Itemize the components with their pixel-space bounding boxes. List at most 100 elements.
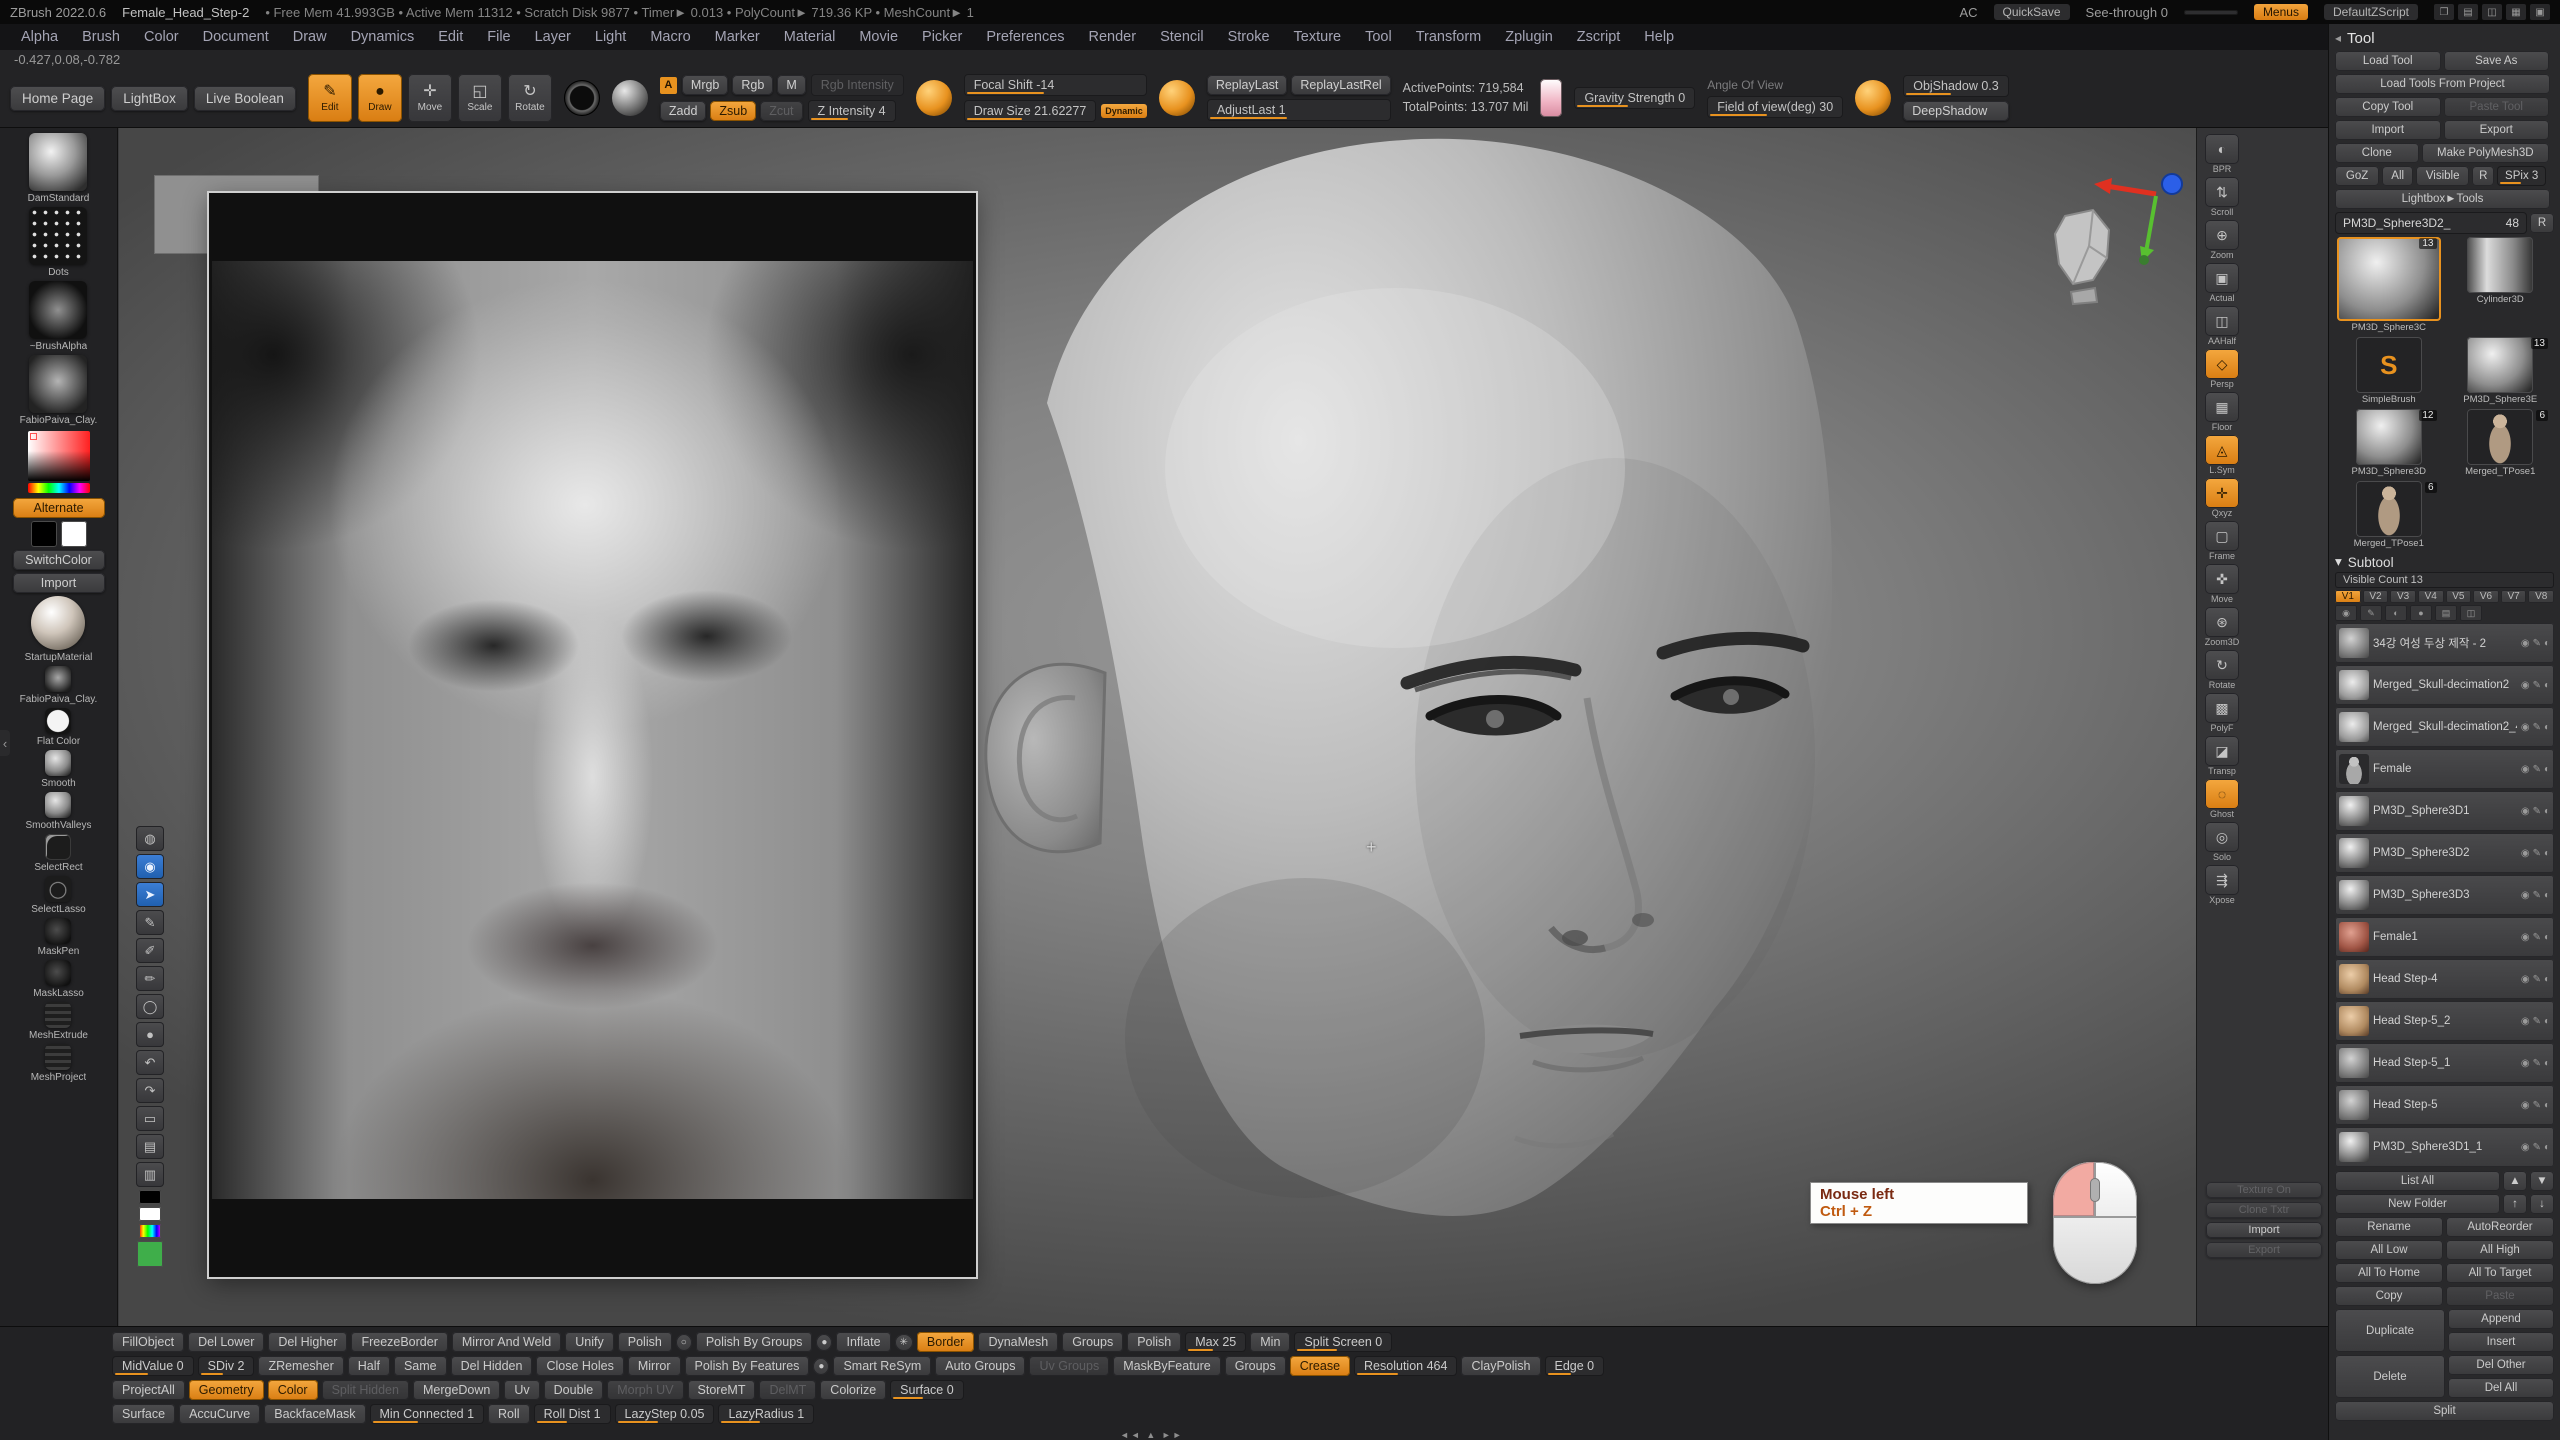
tool-slot[interactable]: 6 Merged_TPose1 [2335,481,2443,549]
strip-green-swatch[interactable] [137,1241,163,1267]
sculpt-mode-button[interactable]: Zadd [660,101,707,121]
uv-icon[interactable]: ◐ [2544,974,2550,985]
tool-slot[interactable]: 6 Merged_TPose1 [2447,409,2555,477]
dock-button[interactable]: Border [917,1332,975,1352]
polypaint-icon[interactable]: ✎ [2533,1016,2541,1027]
dock-button[interactable]: Roll Dist 1 [534,1404,611,1424]
dock-button[interactable]: Smart ReSym [833,1356,931,1376]
quicksave-button[interactable]: QuickSave [1994,4,2070,20]
current-tool-button[interactable]: PM3D_Sphere3D2_ 48 [2335,212,2527,234]
folder-down-icon[interactable]: ↓ [2530,1194,2554,1214]
visibility-eye-icon[interactable]: ◉ [2521,722,2530,733]
dock-button[interactable]: Color [268,1380,318,1400]
shelf-tool[interactable]: ⊛ Zoom3D [2205,607,2240,647]
all-to-home-button[interactable]: All To Home [2335,1263,2443,1283]
menu-item[interactable]: Document [192,27,280,47]
dock-button[interactable]: Polish By Groups [696,1332,813,1352]
menu-item[interactable]: Material [773,27,847,47]
subtool-filter-icon[interactable]: ● [2410,605,2432,621]
all-to-target-button[interactable]: All To Target [2446,1263,2554,1283]
hue-strip[interactable] [28,483,90,493]
interface-config-icon[interactable]: ▦ [2506,4,2526,20]
dock-button[interactable]: LazyRadius 1 [718,1404,814,1424]
tool-panel-button[interactable]: GoZ [2335,166,2379,186]
menu-item[interactable]: Movie [848,27,909,47]
tool-panel-button[interactable]: Save As [2444,51,2550,71]
dock-button[interactable]: Mirror [628,1356,681,1376]
uv-icon[interactable]: ◐ [2544,764,2550,775]
uv-icon[interactable]: ◐ [2544,890,2550,901]
polypaint-icon[interactable]: ✎ [2533,1058,2541,1069]
visibility-eye-icon[interactable]: ◉ [2521,932,2530,943]
transform-mode-button[interactable]: ↻ Rotate [508,74,552,122]
sculpt-mode-button[interactable]: Zsub [710,101,756,121]
menu-item[interactable]: Help [1633,27,1685,47]
menu-item[interactable]: Color [133,27,190,47]
strip-tool-icon[interactable]: ✏ [136,966,164,991]
subtool-item[interactable]: Merged_Skull-decimation2_4 ◉ ✎ ◐ [2335,707,2554,747]
import-color-button[interactable]: Import [13,573,105,593]
dock-button[interactable]: ProjectAll [112,1380,185,1400]
polypaint-icon[interactable]: ✎ [2533,722,2541,733]
dock-button[interactable]: DelMT [759,1380,816,1400]
dock-button[interactable]: Close Holes [536,1356,623,1376]
dock-button[interactable]: FreezeBorder [351,1332,447,1352]
rename-button[interactable]: Rename [2335,1217,2443,1237]
dock-button[interactable]: Resolution 464 [1354,1356,1457,1376]
dock-button[interactable]: Double [544,1380,604,1400]
dock-button[interactable]: Polish By Features [685,1356,810,1376]
visibility-eye-icon[interactable]: ◉ [2521,764,2530,775]
dock-button[interactable]: Same [394,1356,447,1376]
paint-mode-button[interactable]: Rgb [732,75,773,95]
tool-panel-button[interactable]: Export [2444,120,2550,140]
subtool-filter-icon[interactable]: ◐ [2385,605,2407,621]
document-canvas[interactable]: + Mouse left Ctrl + Z [119,128,2196,1326]
tool-slot[interactable]: 13 PM3D_Sphere3C [2335,237,2443,333]
replay-button[interactable]: ReplayLast [1207,75,1288,95]
left-tray-collapse-handle[interactable]: ‹ [0,730,10,756]
uv-icon[interactable]: ◐ [2544,848,2550,859]
transform-mode-button[interactable]: ✛ Move [408,74,452,122]
dock-button[interactable]: Uv [504,1380,539,1400]
polypaint-icon[interactable]: ✎ [2533,638,2541,649]
dock-button[interactable]: Inflate [836,1332,890,1352]
texture-strip-button[interactable]: Export [2206,1242,2322,1258]
subtool-view-tab[interactable]: V8 [2528,590,2554,603]
polypaint-icon[interactable]: ✎ [2533,848,2541,859]
dock-scroll-arrows[interactable]: ◄◄ ▲ ►► [1120,1430,1184,1440]
focal-shift-slider[interactable]: Focal Shift -14 [964,74,1147,96]
sculpted-head-model[interactable] [975,138,1865,1323]
interface-config-icon[interactable]: ◫ [2482,4,2502,20]
visibility-eye-icon[interactable]: ◉ [2521,680,2530,691]
dock-button[interactable]: BackfaceMask [264,1404,365,1424]
seethrough-slider[interactable] [2184,10,2238,15]
tool-panel-button[interactable]: Paste Tool [2444,97,2550,117]
tool-panel-button[interactable]: Make PolyMesh3D [2422,143,2549,163]
visibility-eye-icon[interactable]: ◉ [2521,1016,2530,1027]
polypaint-icon[interactable]: ✎ [2533,1142,2541,1153]
subtool-item[interactable]: PM3D_Sphere3D3 ◉ ✎ ◐ [2335,875,2554,915]
shelf-tool[interactable]: ◪ Transp [2205,736,2239,776]
dock-button[interactable]: Mirror And Weld [452,1332,561,1352]
menu-item[interactable]: Marker [704,27,771,47]
dock-button[interactable]: Groups [1062,1332,1123,1352]
dock-button[interactable]: ZRemesher [258,1356,343,1376]
default-zscript-button[interactable]: DefaultZScript [2324,4,2418,20]
uv-icon[interactable]: ◐ [2544,722,2550,733]
tool-panel-button[interactable]: All [2382,166,2413,186]
visibility-eye-icon[interactable]: ◉ [2521,806,2530,817]
dock-button[interactable]: Surface 0 [890,1380,964,1400]
dock-button[interactable]: Uv Groups [1029,1356,1109,1376]
shelf-tool[interactable]: ▩ PolyF [2205,693,2239,733]
polypaint-icon[interactable]: ✎ [2533,680,2541,691]
palette-slot[interactable]: Flat Color [37,708,80,747]
subtool-item[interactable]: Head Step-5 ◉ ✎ ◐ [2335,1085,2554,1125]
replay-button[interactable]: ReplayLastRel [1291,75,1390,95]
alternate-button[interactable]: Alternate [13,498,105,518]
dock-button[interactable]: DynaMesh [978,1332,1058,1352]
move-up-icon[interactable]: ▲ [2503,1171,2527,1191]
menu-item[interactable]: Tool [1354,27,1403,47]
visibility-eye-icon[interactable]: ◉ [2521,848,2530,859]
subtool-view-tab[interactable]: V2 [2363,590,2389,603]
strip-tool-icon[interactable]: ● [136,1022,164,1047]
